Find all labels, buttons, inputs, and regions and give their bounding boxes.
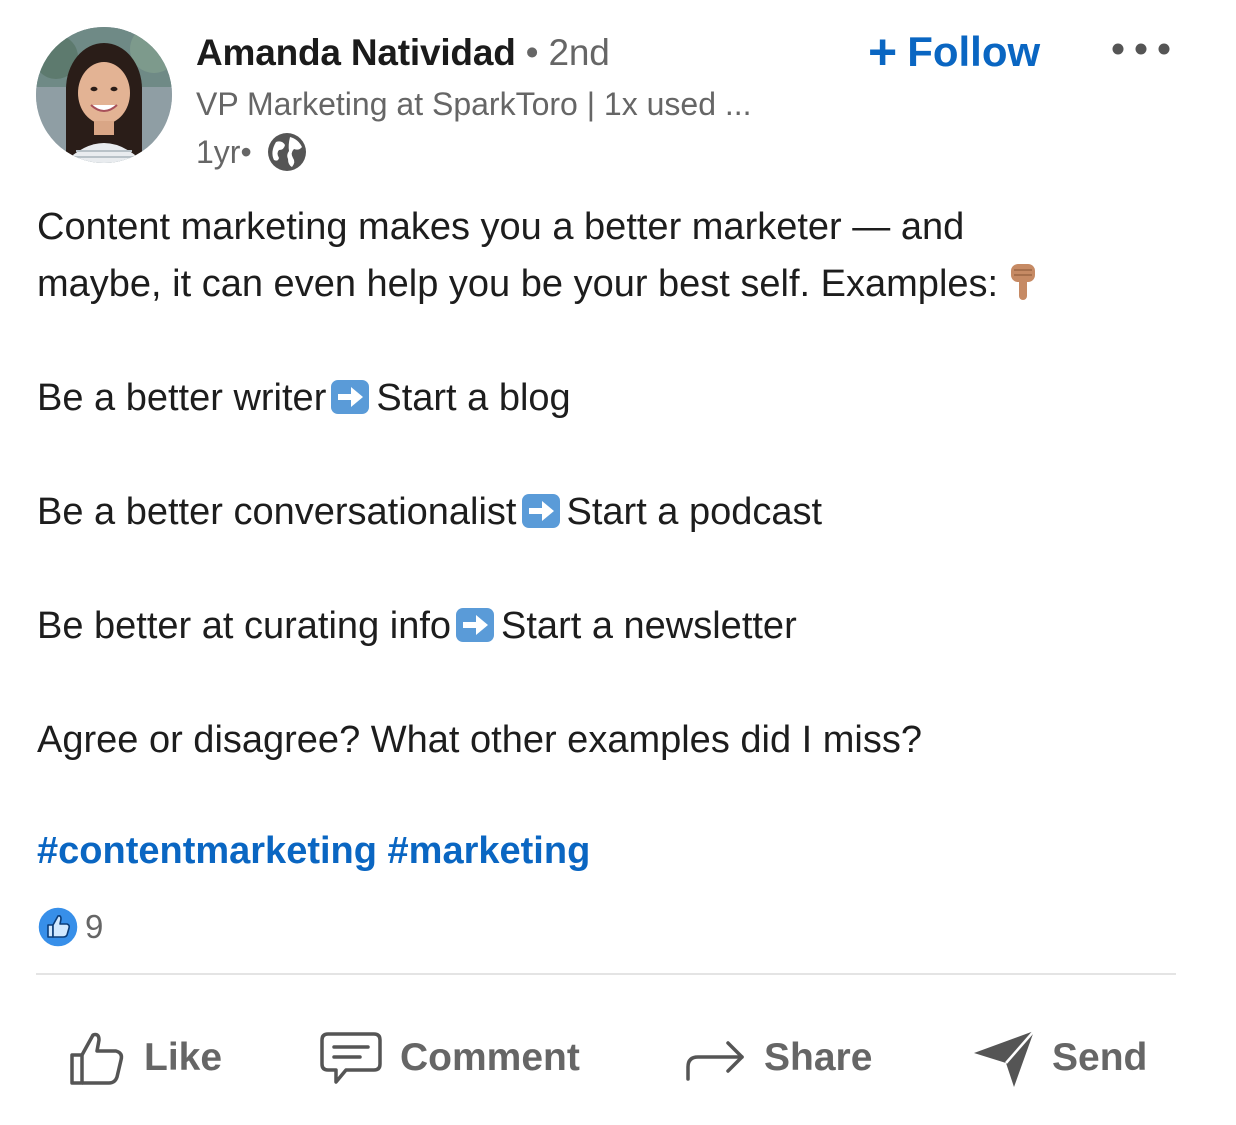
follow-button[interactable]: + Follow [868,24,1040,80]
post-question: Agree or disagree? What other examples d… [37,719,922,761]
example-text: Start a newsletter [501,605,797,647]
example-line: Be a better writer Start a blog [37,376,571,422]
author-name-line[interactable]: Amanda Natividad • 2nd [196,32,610,74]
comment-button[interactable]: Comment [318,1018,580,1098]
example-text: Start a blog [376,377,571,419]
share-arrow-icon [686,1041,744,1081]
reactions-summary[interactable]: 9 [37,906,103,948]
like-label: Like [144,1036,223,1079]
post-text-line: Content marketing makes you a better mar… [37,206,965,248]
post-meta: 1yr • [196,131,308,173]
example-text: Be a better conversationalist [37,491,517,533]
divider [36,973,1176,975]
send-label: Send [1052,1036,1148,1079]
plus-icon: + [868,24,898,80]
ellipsis-icon [1112,43,1170,55]
more-options-button[interactable] [1108,34,1174,64]
example-text: Be better at curating info [37,605,452,647]
share-label: Share [764,1036,873,1079]
reaction-count: 9 [85,908,104,945]
send-button[interactable]: Send [972,1018,1147,1098]
like-reaction-icon [37,906,79,948]
connection-degree: • 2nd [515,32,610,73]
follow-label: Follow [907,28,1041,75]
globe-icon [266,131,308,173]
comment-label: Comment [400,1036,580,1079]
author-name[interactable]: Amanda Natividad [196,32,516,73]
hashtag-link[interactable]: #contentmarketing [37,830,377,872]
author-headline: VP Marketing at SparkToro | 1x used ... [196,86,752,122]
post-text-line: maybe, it can even help you be your best… [37,262,1040,308]
like-button[interactable]: Like [66,1018,222,1098]
meta-separator: • [240,133,252,170]
right-arrow-icon [330,379,370,415]
pointing-down-icon [1006,262,1040,302]
send-icon [974,1030,1035,1087]
example-line: Be a better conversationalist Start a po… [37,490,822,536]
thumbs-up-icon [70,1032,124,1085]
right-arrow-icon [455,607,495,643]
post-time: 1yr [196,133,241,170]
example-line: Be better at curating info Start a newsl… [37,604,797,650]
author-avatar[interactable] [36,27,172,163]
post-text-segment: maybe, it can even help you be your best… [37,263,999,305]
share-button[interactable]: Share [684,1018,872,1098]
hashtags: #contentmarketing #marketing [37,830,590,873]
right-arrow-icon [521,493,561,529]
comment-icon [320,1032,382,1084]
example-text: Be a better writer [37,377,327,419]
hashtag-link[interactable]: #marketing [388,830,591,872]
example-text: Start a podcast [566,491,823,533]
